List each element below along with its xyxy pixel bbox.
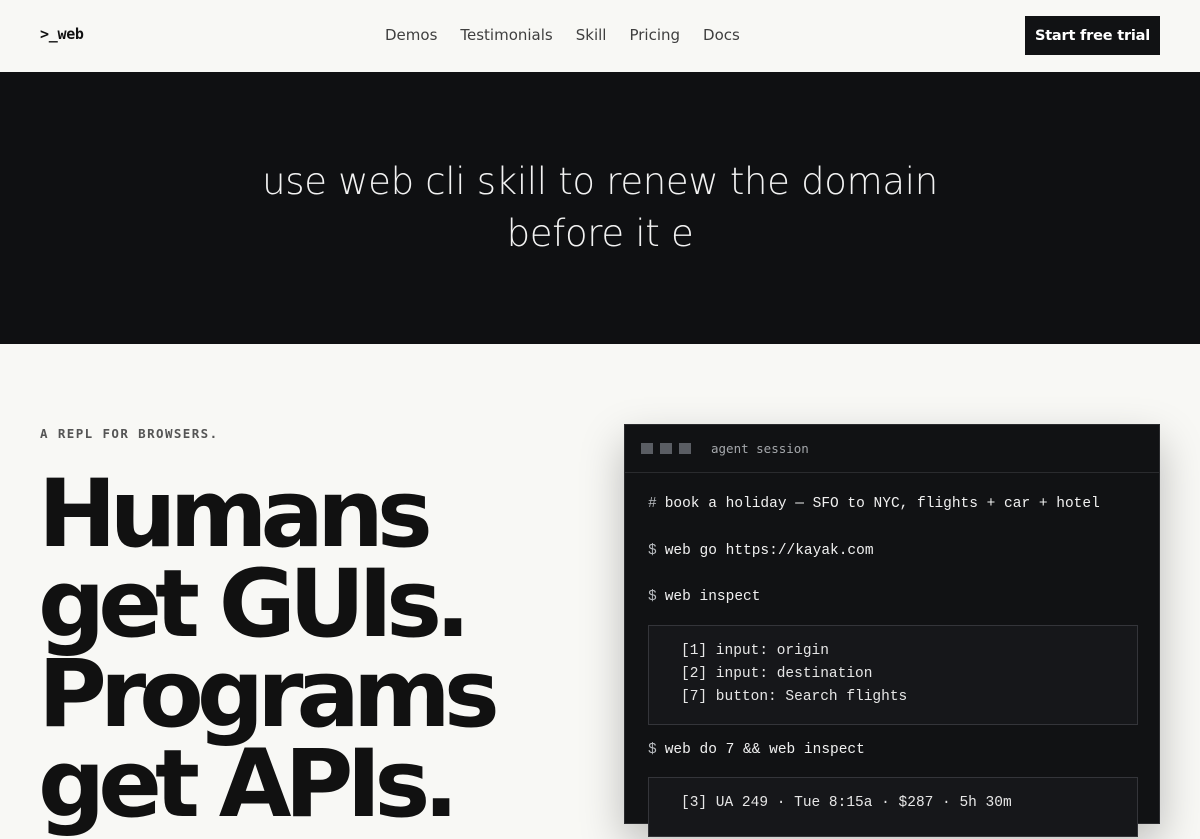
nav-link-demos[interactable]: Demos	[385, 26, 437, 44]
output-line: [2] input: destination	[681, 666, 873, 682]
typing-prompt-text: use web cli skill to renew the domain be…	[200, 156, 1000, 260]
typing-prompt-line-1: use web cli skill to renew the domain	[262, 160, 938, 203]
headline-line-2: get GUIs.	[38, 550, 471, 659]
output-line: [1] input: origin	[681, 643, 829, 659]
terminal-comment-line: # book a holiday — SFO to NYC, flights + …	[648, 496, 1100, 512]
terminal-command: web inspect	[664, 589, 761, 605]
typing-prompt-line-2: before it e	[506, 212, 694, 255]
shell-prompt: $	[648, 589, 657, 605]
window-dot-icon	[660, 443, 672, 454]
window-dot-icon	[641, 443, 653, 454]
terminal-command: web do 7 && web inspect	[664, 742, 865, 758]
comment-prompt: #	[648, 496, 657, 512]
nav-link-testimonials[interactable]: Testimonials	[460, 26, 552, 44]
hero-headline: Humans get GUIs. Programs get APIs.	[38, 460, 598, 839]
top-nav: >_web Demos Testimonials Skill Pricing D…	[0, 0, 1200, 72]
terminal-output-block: [3] UA 249 · Tue 8:15a · $287 · 5h 30m	[648, 777, 1138, 837]
terminal-comment: book a holiday — SFO to NYC, flights + c…	[664, 496, 1100, 512]
headline-line-1: Humans	[38, 460, 433, 569]
headline-line-4: get APIs.	[38, 730, 459, 839]
terminal-command-line: $ web do 7 && web inspect	[648, 742, 865, 758]
eyebrow-label: A REPL FOR BROWSERS.	[40, 426, 219, 441]
output-line: [3] UA 249 · Tue 8:15a · $287 · 5h 30m	[681, 795, 1012, 811]
terminal-output-block: [1] input: origin [2] input: destination…	[648, 625, 1138, 725]
start-free-trial-button[interactable]: Start free trial	[1025, 16, 1160, 55]
terminal-title: agent session	[711, 441, 809, 456]
nav-link-skill[interactable]: Skill	[576, 26, 607, 44]
headline-line-3: Programs	[38, 640, 500, 749]
terminal-command-line: $ web go https://kayak.com	[648, 543, 874, 559]
terminal-header: agent session	[625, 425, 1159, 473]
agent-session-terminal: agent session # book a holiday — SFO to N…	[624, 424, 1160, 837]
nav-link-pricing[interactable]: Pricing	[629, 26, 680, 44]
nav-links: Demos Testimonials Skill Pricing Docs	[385, 26, 763, 44]
hero-banner: use web cli skill to renew the domain be…	[0, 72, 1200, 344]
output-line: [7] button: Search flights	[681, 689, 908, 705]
shell-prompt: $	[648, 742, 657, 758]
shell-prompt: $	[648, 543, 657, 559]
nav-link-docs[interactable]: Docs	[703, 26, 740, 44]
terminal-command-line: $ web inspect	[648, 589, 760, 605]
terminal-command: web go https://kayak.com	[664, 543, 874, 559]
logo[interactable]: >_web	[40, 25, 84, 43]
window-dot-icon	[679, 443, 691, 454]
